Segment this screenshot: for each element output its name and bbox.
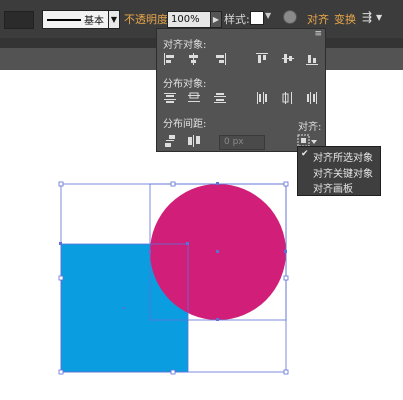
vertical-align-bottom-icon[interactable]: [305, 52, 319, 66]
stroke-profile-label: 基本: [84, 16, 104, 27]
isolate-selection-icon[interactable]: ⇶: [362, 10, 372, 24]
opacity-input[interactable]: 100%: [167, 11, 212, 28]
horizontal-align-left-icon[interactable]: [163, 52, 177, 66]
horizontal-distribute-left-icon[interactable]: [255, 91, 269, 105]
recolor-artwork-icon[interactable]: [283, 10, 297, 24]
stroke-weight-field[interactable]: [4, 11, 34, 29]
rect-selection-box: [60, 243, 189, 373]
anchor-points[interactable]: [59, 182, 287, 321]
panel-menu-icon[interactable]: ≡: [314, 29, 322, 39]
align-objects-title: 对齐对象:: [163, 40, 207, 51]
magenta-circle[interactable]: [150, 184, 286, 320]
blue-rectangle[interactable]: [61, 244, 188, 372]
vertical-distribute-center-icon[interactable]: [187, 91, 201, 105]
spacing-input[interactable]: 0 px: [219, 135, 265, 150]
vertical-distribute-space-icon[interactable]: [163, 134, 177, 148]
vertical-distribute-bottom-icon[interactable]: [213, 91, 227, 105]
checkmark-icon: ✔: [301, 149, 309, 159]
group-bounding-box[interactable]: [60, 183, 287, 373]
style-label: 样式:: [224, 13, 250, 26]
horizontal-distribute-space-icon[interactable]: [187, 134, 201, 148]
horizontal-distribute-right-icon[interactable]: [305, 91, 319, 105]
chevron-down-icon[interactable]: ▼: [376, 13, 382, 22]
opacity-slider-arrow-icon[interactable]: ▶: [210, 11, 222, 28]
stroke-profile-select[interactable]: 基本: [42, 10, 110, 29]
align-panel: ≡ 对齐对象: 分布对象: 分布间距: 0 px 对齐:: [156, 28, 326, 152]
graphic-style-swatch[interactable]: [250, 11, 264, 25]
distribute-objects-title: 分布对象:: [163, 79, 207, 90]
menu-item-align-to-key-object[interactable]: 对齐关键对象: [298, 164, 380, 180]
bounding-box-handles[interactable]: [58, 181, 289, 375]
menu-item-align-to-artboard[interactable]: 对齐画板: [298, 179, 380, 195]
chevron-down-icon[interactable]: ▼: [265, 11, 271, 20]
horizontal-distribute-center-icon[interactable]: [281, 91, 295, 105]
align-to-menu: ✔ 对齐所选对象 对齐关键对象 对齐画板: [297, 146, 381, 196]
horizontal-align-center-icon[interactable]: [187, 52, 201, 66]
horizontal-align-right-icon[interactable]: [213, 52, 227, 66]
vertical-align-center-icon[interactable]: [281, 52, 295, 66]
stroke-line-preview: [47, 19, 81, 21]
menu-item-align-to-selection[interactable]: ✔ 对齐所选对象: [298, 148, 380, 164]
align-link[interactable]: 对齐: [307, 11, 329, 27]
distribute-spacing-title: 分布间距:: [163, 119, 207, 130]
transform-link[interactable]: 变换: [334, 11, 356, 27]
chevron-down-icon[interactable]: ▼: [108, 10, 120, 29]
opacity-label[interactable]: 不透明度:: [124, 11, 172, 27]
circle-selection-box: [149, 183, 287, 321]
align-to-label: 对齐:: [298, 122, 322, 133]
vertical-align-top-icon[interactable]: [255, 52, 269, 66]
vertical-distribute-top-icon[interactable]: [163, 91, 177, 105]
